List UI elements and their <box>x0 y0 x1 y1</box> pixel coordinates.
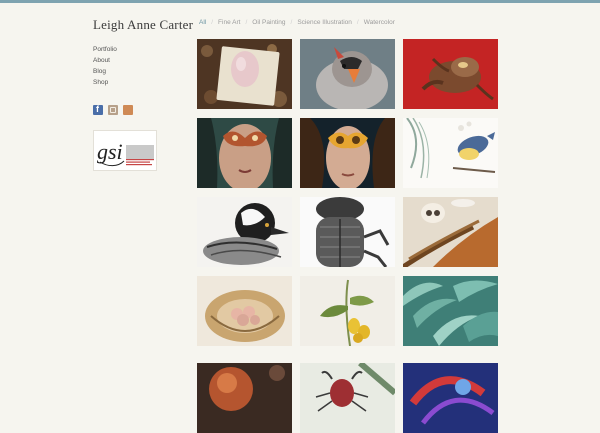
filter-separator: / <box>245 19 248 26</box>
teal-feathers-artwork <box>403 276 498 346</box>
facebook-icon[interactable] <box>93 104 103 115</box>
cardinal-artwork <box>300 39 395 109</box>
nest-artwork <box>197 276 292 346</box>
filter-separator: / <box>211 19 214 26</box>
thumbnail-red-insect[interactable] <box>403 39 498 109</box>
beetle-artwork <box>300 197 395 267</box>
side-navigation: Portfolio About Blog Shop <box>93 44 117 88</box>
thumbnail-orange-orb[interactable] <box>197 363 292 433</box>
filter-separator: / <box>356 19 359 26</box>
stag-beetle-artwork <box>300 363 395 433</box>
nav-shop[interactable]: Shop <box>93 77 117 88</box>
skull-and-feathers-artwork <box>403 197 498 267</box>
filter-fine-art[interactable]: Fine Art <box>218 19 240 26</box>
thumbnail-beetle[interactable] <box>300 197 395 267</box>
thumbnail-teal-feathers[interactable] <box>403 276 498 346</box>
gsi-monogram: gsi <box>97 139 123 164</box>
filter-oil-painting[interactable]: Oil Painting <box>252 19 285 26</box>
thumbnail-nest-eggs[interactable] <box>197 276 292 346</box>
filter-science-illustration[interactable]: Science Illustration <box>297 19 352 26</box>
instagram-icon[interactable] <box>108 105 118 115</box>
site-title[interactable]: Leigh Anne Carter <box>93 17 193 33</box>
flickr-icon[interactable] <box>123 105 133 115</box>
top-accent-bar <box>0 0 600 3</box>
thumbnail-blue-red-abstract[interactable] <box>403 363 498 433</box>
thumbnail-cardinal[interactable] <box>300 39 395 109</box>
merganser-artwork <box>197 197 292 267</box>
portfolio-filter-bar: All / Fine Art / Oil Painting / Science Illust… <box>199 19 395 26</box>
nav-about[interactable]: About <box>93 55 117 66</box>
thumbnail-moth-mask-woman[interactable] <box>197 118 292 188</box>
filter-separator: / <box>290 19 293 26</box>
orange-orb-artwork <box>197 363 292 433</box>
filter-all[interactable]: All <box>199 19 206 26</box>
thumbnail-warbler-bird[interactable] <box>403 118 498 188</box>
blue-red-abstract-artwork <box>403 363 498 433</box>
egg-artwork <box>197 39 292 109</box>
nav-blog[interactable]: Blog <box>93 66 117 77</box>
warbler-artwork <box>403 118 498 188</box>
gsi-logo-image: gsi <box>97 139 154 167</box>
nav-portfolio[interactable]: Portfolio <box>93 44 117 55</box>
thumbnail-skull-feathers[interactable] <box>403 197 498 267</box>
thumbnail-egg[interactable] <box>197 39 292 109</box>
filter-watercolor[interactable]: Watercolor <box>364 19 395 26</box>
thumbnail-yellow-flower[interactable] <box>300 276 395 346</box>
flower-mask-portrait-artwork <box>300 118 395 188</box>
moth-mask-portrait-artwork <box>197 118 292 188</box>
thumbnail-hooded-merganser[interactable] <box>197 197 292 267</box>
thumbnail-flower-mask-woman[interactable] <box>300 118 395 188</box>
thumbnail-stag-beetle[interactable] <box>300 363 395 433</box>
yellow-flower-artwork <box>300 276 395 346</box>
gsi-membership-badge[interactable]: gsi <box>93 130 157 171</box>
insect-on-red-artwork <box>403 39 498 109</box>
